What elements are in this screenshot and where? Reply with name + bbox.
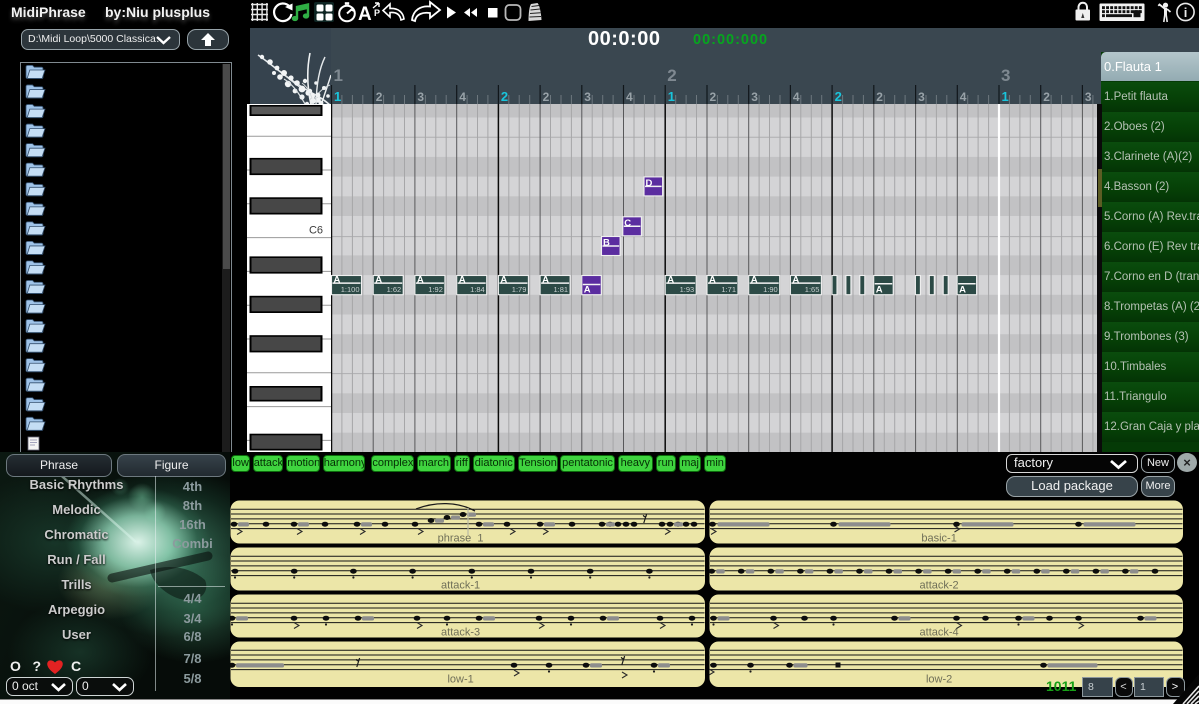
svg-text:1:62: 1:62 [387,285,402,294]
svg-text:low-2: low-2 [925,673,951,685]
svg-text:1:65: 1:65 [805,285,820,294]
svg-text:A: A [358,4,372,25]
svg-text:A: A [667,275,674,286]
svg-text:D: D [646,178,653,189]
svg-text:1:81: 1:81 [553,285,568,294]
svg-text:phrase 1: phrase 1 [438,532,484,544]
svg-text:A: A [334,275,341,286]
svg-text:A: A [751,275,758,286]
svg-text:attack-3: attack-3 [441,626,480,638]
svg-text:1:100: 1:100 [341,285,360,294]
svg-text:A: A [417,275,424,286]
svg-text:A: A [709,275,716,286]
svg-text:A: A [542,275,549,286]
svg-text:P: P [374,8,380,18]
svg-text:1:90: 1:90 [763,285,778,294]
svg-text:1:93: 1:93 [680,285,695,294]
svg-text:A: A [792,275,799,286]
svg-text:A: A [459,275,466,286]
svg-text:basic-1: basic-1 [921,532,956,544]
svg-text:1:92: 1:92 [428,285,443,294]
svg-text:C: C [624,218,631,229]
svg-text:C6: C6 [308,225,322,237]
svg-text:A: A [500,275,507,286]
svg-text:attack-2: attack-2 [919,579,958,591]
svg-text:i: i [1184,5,1188,20]
svg-text:1:79: 1:79 [512,285,527,294]
svg-text:A: A [876,285,883,296]
svg-text:attack-1: attack-1 [441,579,480,591]
svg-text:A: A [375,275,382,286]
svg-text:A: A [584,285,591,296]
svg-text:attack-4: attack-4 [919,626,958,638]
svg-text:1:71: 1:71 [721,285,736,294]
svg-text:1:84: 1:84 [470,285,485,294]
svg-text:low-1: low-1 [447,673,473,685]
svg-text:B: B [603,238,610,249]
svg-text:A: A [959,285,966,296]
